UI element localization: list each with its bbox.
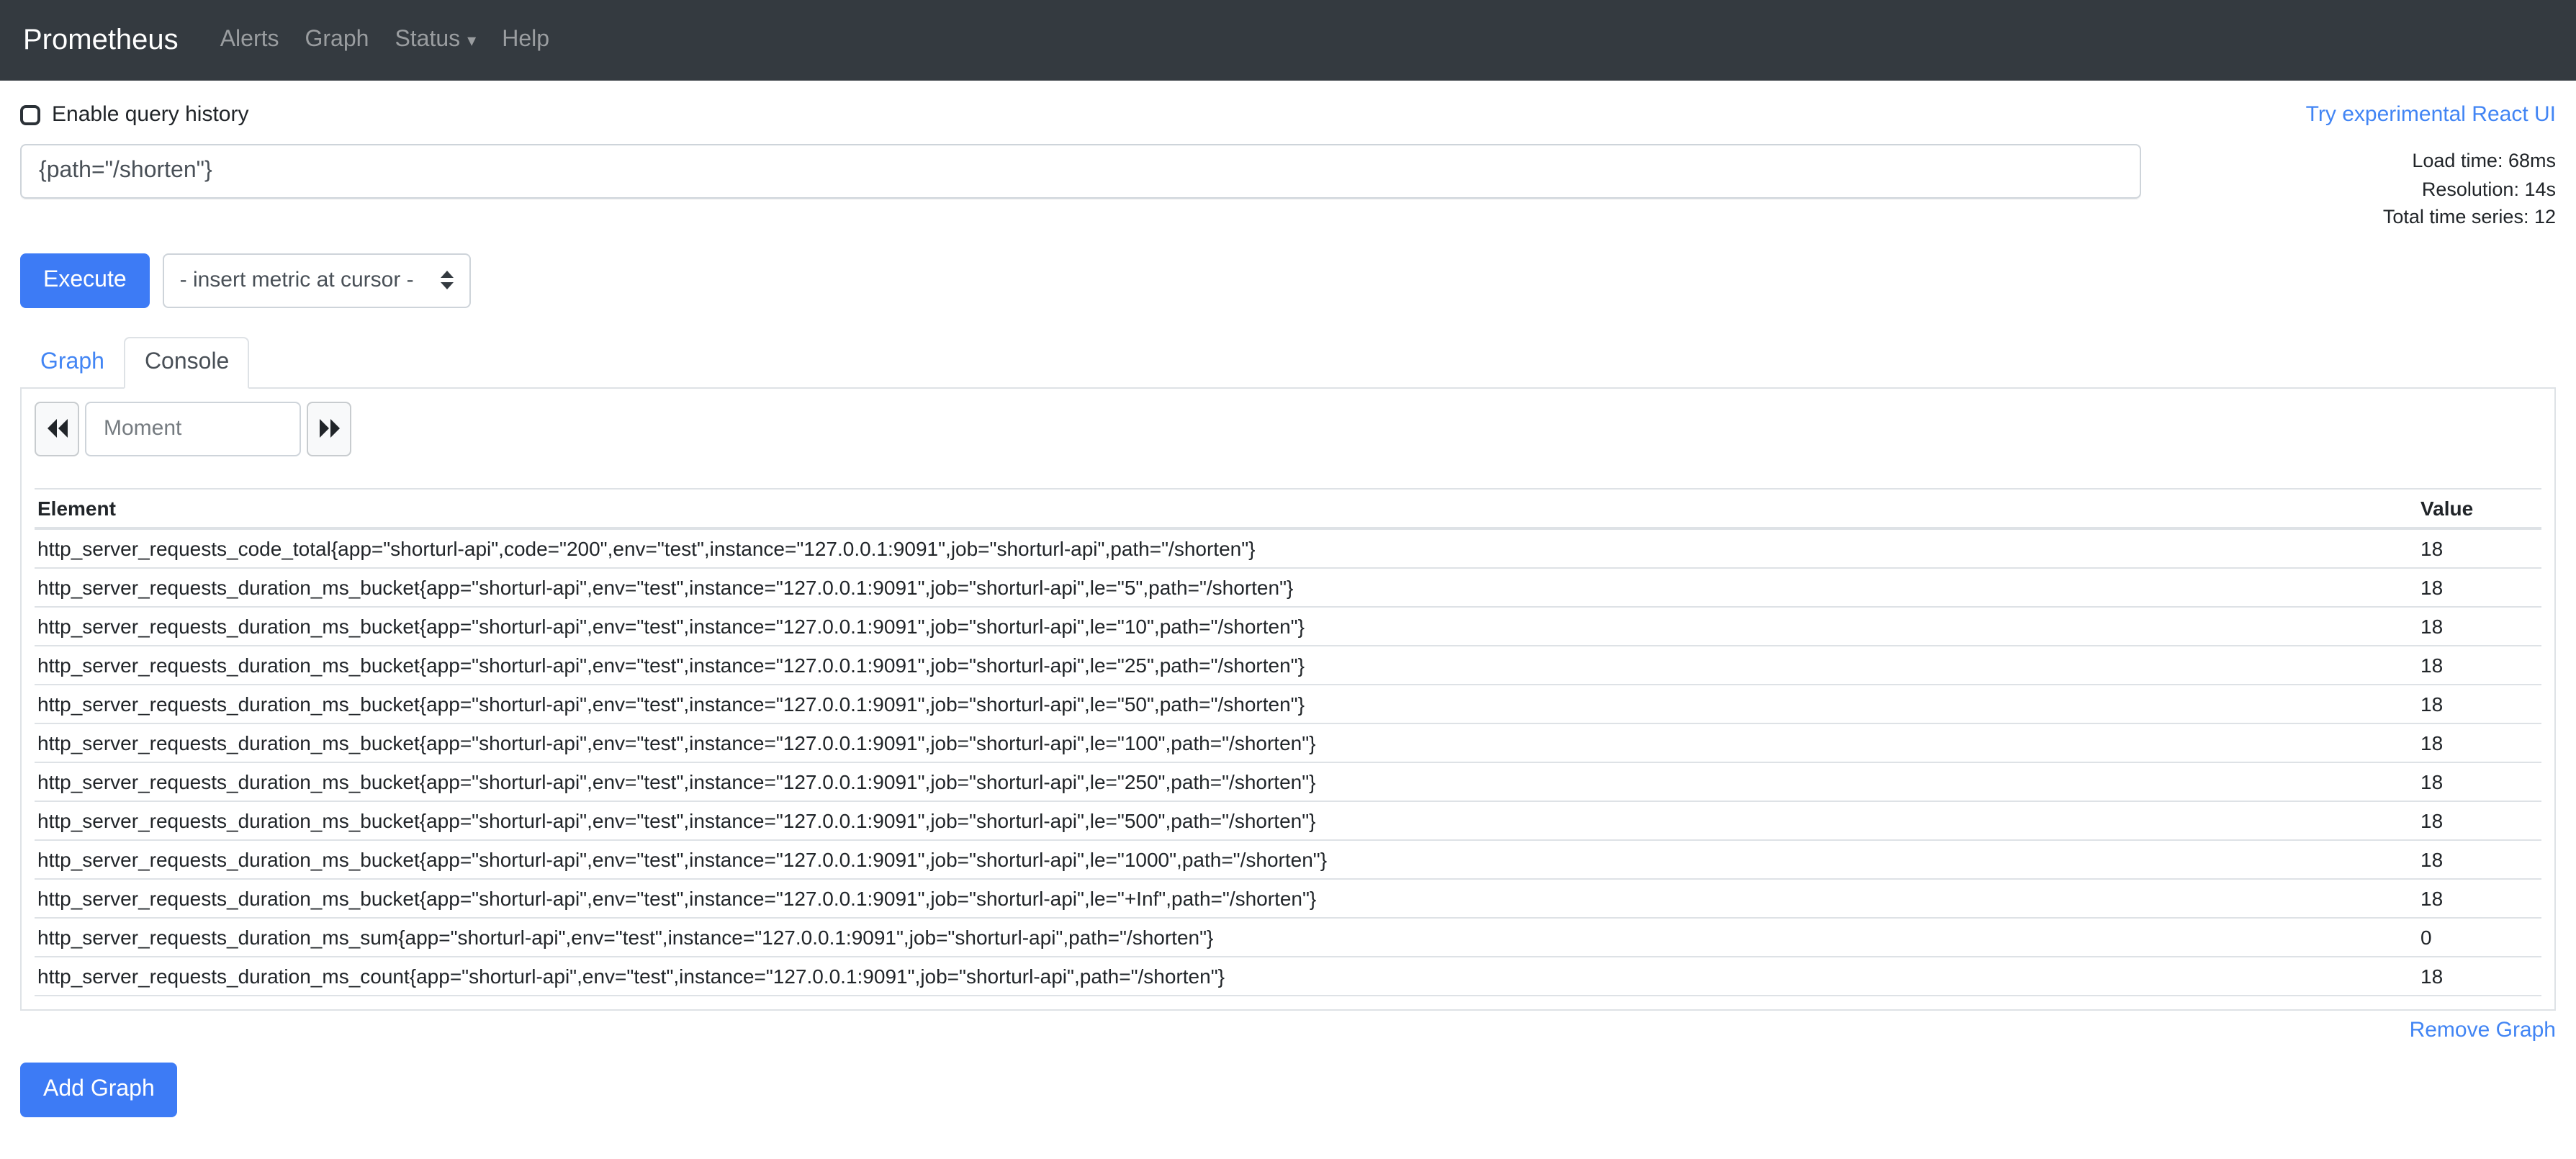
table-row: http_server_requests_duration_ms_bucket{… [35, 839, 2541, 878]
backward-icon [47, 419, 67, 438]
element-cell: http_server_requests_duration_ms_bucket{… [35, 684, 2418, 723]
add-graph-row: Add Graph [20, 1062, 2556, 1117]
element-cell: http_server_requests_duration_ms_bucket{… [35, 645, 2418, 684]
nav-item-label: Alerts [220, 27, 279, 53]
prometheus-app: Prometheus Alerts Graph Status ▾ Help Enable… [0, 0, 2576, 1159]
value-cell: 0 [2418, 917, 2541, 956]
element-cell: http_server_requests_duration_ms_bucket{… [35, 878, 2418, 917]
table-row: http_server_requests_duration_ms_bucket{… [35, 762, 2541, 801]
remove-graph-link[interactable]: Remove Graph [2410, 1017, 2556, 1042]
value-cell: 18 [2418, 839, 2541, 878]
nav-item-label: Help [502, 27, 549, 53]
table-row: http_server_requests_duration_ms_count{a… [35, 956, 2541, 995]
enable-query-history-checkbox[interactable] [20, 104, 40, 125]
execute-row: Execute - insert metric at cursor - [20, 253, 2556, 307]
resolution: Resolution: 14s [2164, 175, 2556, 203]
load-time: Load time: 68ms [2164, 147, 2556, 175]
value-cell: 18 [2418, 723, 2541, 762]
nav-item-graph[interactable]: Graph [292, 16, 382, 65]
element-cell: http_server_requests_duration_ms_count{a… [35, 956, 2418, 995]
table-row: http_server_requests_duration_ms_bucket{… [35, 567, 2541, 606]
query-history-toggle: Enable query history [20, 102, 249, 127]
table-row: http_server_requests_duration_ms_bucket{… [35, 645, 2541, 684]
brand-prometheus[interactable]: Prometheus [23, 24, 179, 57]
table-row: http_server_requests_duration_ms_sum{app… [35, 917, 2541, 956]
value-cell: 18 [2418, 684, 2541, 723]
element-cell: http_server_requests_code_total{app="sho… [35, 528, 2418, 567]
value-cell: 18 [2418, 762, 2541, 801]
nav-item-status[interactable]: Status ▾ [382, 16, 489, 65]
panel-tabs: GraphConsole [20, 336, 2556, 388]
element-cell: http_server_requests_duration_ms_bucket{… [35, 801, 2418, 839]
moment-prev-button[interactable] [35, 401, 79, 456]
nav-item-alerts[interactable]: Alerts [207, 16, 292, 65]
moment-next-button[interactable] [307, 401, 351, 456]
query-row: Load time: 68ms Resolution: 14s Total ti… [20, 144, 2556, 231]
element-cell: http_server_requests_duration_ms_bucket{… [35, 723, 2418, 762]
table-row: http_server_requests_duration_ms_bucket{… [35, 684, 2541, 723]
table-row: http_server_requests_code_total{app="sho… [35, 528, 2541, 567]
nav-item-label: Graph [305, 27, 369, 53]
element-cell: http_server_requests_duration_ms_bucket{… [35, 839, 2418, 878]
main-container: Enable query history Try experimental Re… [0, 102, 2576, 1117]
tab-console[interactable]: Console [125, 336, 249, 388]
select-arrows-icon [441, 271, 454, 289]
insert-metric-label: - insert metric at cursor - [180, 268, 414, 292]
moment-input[interactable] [85, 401, 301, 456]
table-row: http_server_requests_duration_ms_bucket{… [35, 801, 2541, 839]
react-ui-link[interactable]: Try experimental React UI [2306, 102, 2556, 127]
value-cell: 18 [2418, 956, 2541, 995]
add-graph-button[interactable]: Add Graph [20, 1062, 178, 1117]
value-cell: 18 [2418, 645, 2541, 684]
remove-graph-row: Remove Graph [20, 1017, 2556, 1043]
navbar: Prometheus Alerts Graph Status ▾ Help [0, 0, 2576, 81]
value-cell: 18 [2418, 801, 2541, 839]
element-column-header: Element [35, 488, 2418, 528]
nav-item-help[interactable]: Help [489, 16, 562, 65]
value-cell: 18 [2418, 606, 2541, 645]
moment-controls [35, 401, 2541, 456]
forward-icon [319, 419, 339, 438]
nav-item-label: Status [395, 27, 460, 53]
tab-graph[interactable]: Graph [20, 336, 125, 388]
console-table: Element Value http_server_requests_code_… [35, 487, 2541, 996]
element-cell: http_server_requests_duration_ms_sum{app… [35, 917, 2418, 956]
query-expression-input[interactable] [20, 144, 2141, 199]
chevron-down-icon: ▾ [467, 32, 476, 49]
table-row: http_server_requests_duration_ms_bucket{… [35, 878, 2541, 917]
value-cell: 18 [2418, 878, 2541, 917]
value-column-header: Value [2418, 488, 2541, 528]
total-time-series: Total time series: 12 [2164, 203, 2556, 231]
value-cell: 18 [2418, 567, 2541, 606]
element-cell: http_server_requests_duration_ms_bucket{… [35, 606, 2418, 645]
insert-metric-select[interactable]: - insert metric at cursor - [163, 253, 471, 307]
table-row: http_server_requests_duration_ms_bucket{… [35, 723, 2541, 762]
navbar-links: Alerts Graph Status ▾ Help [207, 16, 562, 65]
topline-row: Enable query history Try experimental Re… [20, 102, 2556, 127]
element-cell: http_server_requests_duration_ms_bucket{… [35, 762, 2418, 801]
value-cell: 18 [2418, 528, 2541, 567]
execute-button[interactable]: Execute [20, 253, 150, 307]
console-panel: Element Value http_server_requests_code_… [20, 388, 2556, 1010]
table-header-row: Element Value [35, 488, 2541, 528]
query-stats: Load time: 68ms Resolution: 14s Total ti… [2164, 144, 2556, 231]
table-row: http_server_requests_duration_ms_bucket{… [35, 606, 2541, 645]
element-cell: http_server_requests_duration_ms_bucket{… [35, 567, 2418, 606]
query-history-label: Enable query history [52, 102, 249, 127]
